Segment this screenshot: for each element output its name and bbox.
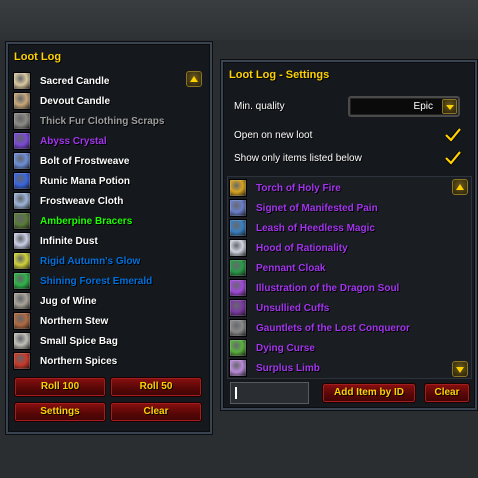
settings-clear-button[interactable]: Clear [424,383,470,403]
list-item[interactable]: Infinite Dust [13,231,98,251]
gem-icon [13,252,31,270]
list-item[interactable]: Leash of Heedless Magic [229,218,375,238]
item-name: Shining Forest Emerald [40,275,153,287]
list-item[interactable]: Bolt of Frostweave [13,151,129,171]
settings-button[interactable]: Settings [14,402,106,422]
list-item[interactable]: Northern Stew [13,311,108,331]
fur-scraps-icon [13,112,31,130]
item-name: Unsullied Cuffs [256,302,330,314]
tracked-items-scroll-down-button[interactable] [452,361,468,377]
item-name: Abyss Crystal [40,135,107,147]
item-id-input[interactable] [230,382,309,404]
spices-icon [13,352,31,370]
item-name: Thick Fur Clothing Scraps [40,115,165,127]
item-name: Gauntlets of the Lost Conqueror [256,322,410,334]
cloth-icon [13,192,31,210]
leash-icon [229,219,247,237]
text-caret [235,387,237,399]
list-item[interactable]: Illustration of the Dragon Soul [229,278,399,298]
candle-icon [13,92,31,110]
list-item[interactable]: Northern Spices [13,351,117,371]
list-item[interactable]: Small Spice Bag [13,331,118,351]
show-only-listed-label: Show only items listed below [234,153,362,164]
loot-log-clear-button[interactable]: Clear [110,402,202,422]
item-name: Northern Stew [40,315,109,327]
list-item[interactable]: Signet of Manifested Pain [229,198,378,218]
item-name: Leash of Heedless Magic [256,222,375,234]
spice-bag-icon [13,332,31,350]
list-item[interactable]: Thick Fur Clothing Scraps [13,111,164,131]
list-item[interactable]: Amberpine Bracers [13,211,132,231]
list-item[interactable]: Unsullied Cuffs [229,298,329,318]
item-name: Bolt of Frostweave [40,155,130,167]
list-item[interactable]: Shining Forest Emerald [13,271,152,291]
item-name: Hood of Rationality [256,242,348,254]
item-name: Signet of Manifested Pain [256,202,378,214]
cloth-bolt-icon [13,152,31,170]
list-item[interactable]: Hood of Rationality [229,238,348,258]
show-only-listed-checkbox[interactable] [444,150,462,166]
gauntlets-icon [229,319,247,337]
list-item[interactable]: Torch of Holy Fire [229,178,341,198]
list-item[interactable]: Rigid Autumn's Glow [13,251,140,271]
list-item[interactable]: Gauntlets of the Lost Conqueror [229,318,410,338]
torch-icon [229,179,247,197]
settings-title: Loot Log - Settings [229,69,330,81]
add-item-by-id-button[interactable]: Add Item by ID [322,383,416,403]
item-name: Infinite Dust [40,235,98,247]
item-name: Sacred Candle [40,75,110,87]
item-name: Northern Spices [40,355,118,367]
potion-icon [13,172,31,190]
item-name: Amberpine Bracers [40,215,133,227]
curse-icon [229,339,247,357]
cloak-icon [229,259,247,277]
roll-100-button[interactable]: Roll 100 [14,377,106,397]
bracers-icon [13,212,31,230]
item-name: Frostweave Cloth [40,195,124,207]
tracked-items-scroll-up-button[interactable] [452,179,468,195]
item-name: Pennant Cloak [256,262,326,274]
list-item[interactable]: Jug of Wine [13,291,97,311]
list-item[interactable]: Devout Candle [13,91,110,111]
loot-log-scroll-up-button[interactable] [186,71,202,87]
limb-icon [229,359,247,377]
loot-log-title: Loot Log [14,51,62,63]
item-name: Runic Mana Potion [40,175,130,187]
crystal-icon [13,132,31,150]
ring-icon [229,199,247,217]
item-name: Illustration of the Dragon Soul [256,282,400,294]
list-item[interactable]: Abyss Crystal [13,131,107,151]
item-name: Devout Candle [40,95,111,107]
open-on-new-loot-checkbox[interactable] [444,127,462,143]
jug-icon [13,292,31,310]
min-quality-value: Epic [413,101,433,112]
list-item[interactable]: Runic Mana Potion [13,171,130,191]
min-quality-dropdown[interactable]: Epic [348,96,460,117]
item-name: Dying Curse [256,342,315,354]
item-name: Torch of Holy Fire [256,182,341,194]
item-name: Small Spice Bag [40,335,118,347]
min-quality-label: Min. quality [234,101,285,112]
background-top [0,0,478,40]
item-name: Rigid Autumn's Glow [40,255,141,267]
candle-icon [13,72,31,90]
open-on-new-loot-label: Open on new loot [234,130,313,141]
list-item[interactable]: Sacred Candle [13,71,109,91]
stew-icon [13,312,31,330]
item-name: Jug of Wine [40,295,97,307]
hood-icon [229,239,247,257]
list-item[interactable]: Surplus Limb [229,358,320,378]
list-item[interactable]: Frostweave Cloth [13,191,123,211]
dust-icon [13,232,31,250]
list-item[interactable]: Dying Curse [229,338,315,358]
chevron-down-icon[interactable] [442,99,457,114]
gem-icon [13,272,31,290]
cuffs-icon [229,299,247,317]
roll-50-button[interactable]: Roll 50 [110,377,202,397]
item-name: Surplus Limb [256,362,320,374]
book-icon [229,279,247,297]
list-item[interactable]: Pennant Cloak [229,258,325,278]
